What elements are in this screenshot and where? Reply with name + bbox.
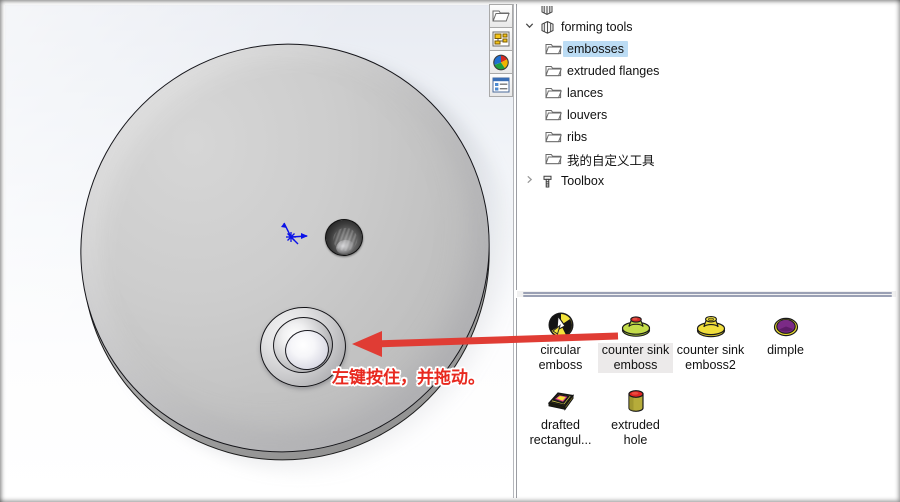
tree-row-label: louvers (567, 108, 608, 122)
file-explorer-icon[interactable] (489, 4, 513, 28)
chevron-placeholder (521, 6, 537, 16)
tree-row-label: extruded flanges (567, 64, 660, 78)
3d-model-viewport[interactable]: 左键按住，并拖动。 (4, 4, 514, 498)
tree-row-label: Toolbox (561, 174, 605, 188)
design-library-icon[interactable] (489, 27, 513, 51)
application-window: 左键按住，并拖动。 forming tools embosses extrude… (0, 0, 900, 502)
extruded-hole-icon (621, 381, 651, 415)
splitter-grip-line (523, 295, 892, 297)
tree-row-forming-tools[interactable]: forming tools (517, 16, 896, 38)
box-icon (537, 6, 557, 16)
tree-row[interactable] (517, 6, 896, 16)
gallery-item-label: counter sink emboss2 (676, 343, 745, 372)
gallery-item-label: dimple (767, 343, 804, 357)
gallery-item-counter-sink-emboss2[interactable]: counter sink emboss2 (673, 304, 748, 379)
chevron-down-icon[interactable] (521, 21, 537, 33)
design-library-toolbar (489, 4, 513, 97)
gallery-item-dimple[interactable]: dimple (748, 304, 823, 379)
chevron-right-icon[interactable] (521, 175, 537, 187)
origin-triad-icon (281, 222, 308, 245)
gallery-item-label: circular emboss (538, 343, 583, 372)
tree-scroll-region: forming tools embosses extruded flanges … (517, 4, 896, 192)
3d-content-central-icon[interactable] (489, 50, 513, 74)
counter-sink-emboss2-icon (694, 306, 728, 340)
counter-sink-emboss-icon (619, 306, 653, 340)
design-library-tree-panel[interactable]: forming tools embosses extruded flanges … (516, 4, 896, 290)
folder-icon (543, 86, 563, 100)
tree-row-lances[interactable]: lances (517, 82, 896, 104)
drag-instruction-annotation: 左键按住，并拖动。 (332, 368, 485, 388)
folder-icon (543, 64, 563, 78)
folder-icon (543, 42, 563, 56)
folder-icon (543, 130, 563, 144)
gallery-item-label: extruded hole (611, 418, 660, 447)
gallery-item-extruded-hole[interactable]: extruded hole (598, 379, 673, 454)
box-icon (537, 20, 557, 35)
gallery-item-circular-emboss[interactable]: circular emboss (523, 304, 598, 379)
gallery-item-label: drafted rectangul... (529, 418, 592, 447)
tree-row-embosses[interactable]: embosses (517, 38, 896, 60)
splitter-grip-line (523, 292, 892, 294)
tree-row-custom-tools[interactable]: 我的自定义工具 (517, 148, 896, 170)
custom-properties-list-icon[interactable] (489, 73, 513, 97)
tree-row-label: 我的自定义工具 (567, 152, 655, 168)
drafted-rectangular-icon (545, 381, 577, 415)
horizontal-splitter[interactable] (517, 290, 896, 297)
forming-tool-gallery[interactable]: circular emboss counter sink emboss coun… (516, 298, 896, 498)
gallery-item-drafted-rectangular[interactable]: drafted rectangul... (523, 379, 598, 454)
gallery-item-label: counter sink emboss (598, 343, 673, 373)
tree-row-label: embosses (563, 41, 628, 57)
tree-row-extruded-flanges[interactable]: extruded flanges (517, 60, 896, 82)
dimple-icon (771, 306, 801, 340)
tree-row-louvers[interactable]: louvers (517, 104, 896, 126)
tree-row-label: forming tools (561, 20, 633, 34)
tree-row-label: ribs (567, 130, 588, 144)
tree-row-toolbox[interactable]: Toolbox (517, 170, 896, 192)
tree-row-label (557, 14, 565, 16)
gallery-item-counter-sink-emboss[interactable]: counter sink emboss (598, 304, 673, 379)
folder-icon (543, 152, 563, 166)
folder-icon (543, 108, 563, 122)
tree-row-label: lances (567, 86, 604, 100)
circular-emboss-icon (546, 306, 576, 340)
tree-row-ribs[interactable]: ribs (517, 126, 896, 148)
bolt-icon (537, 174, 557, 189)
